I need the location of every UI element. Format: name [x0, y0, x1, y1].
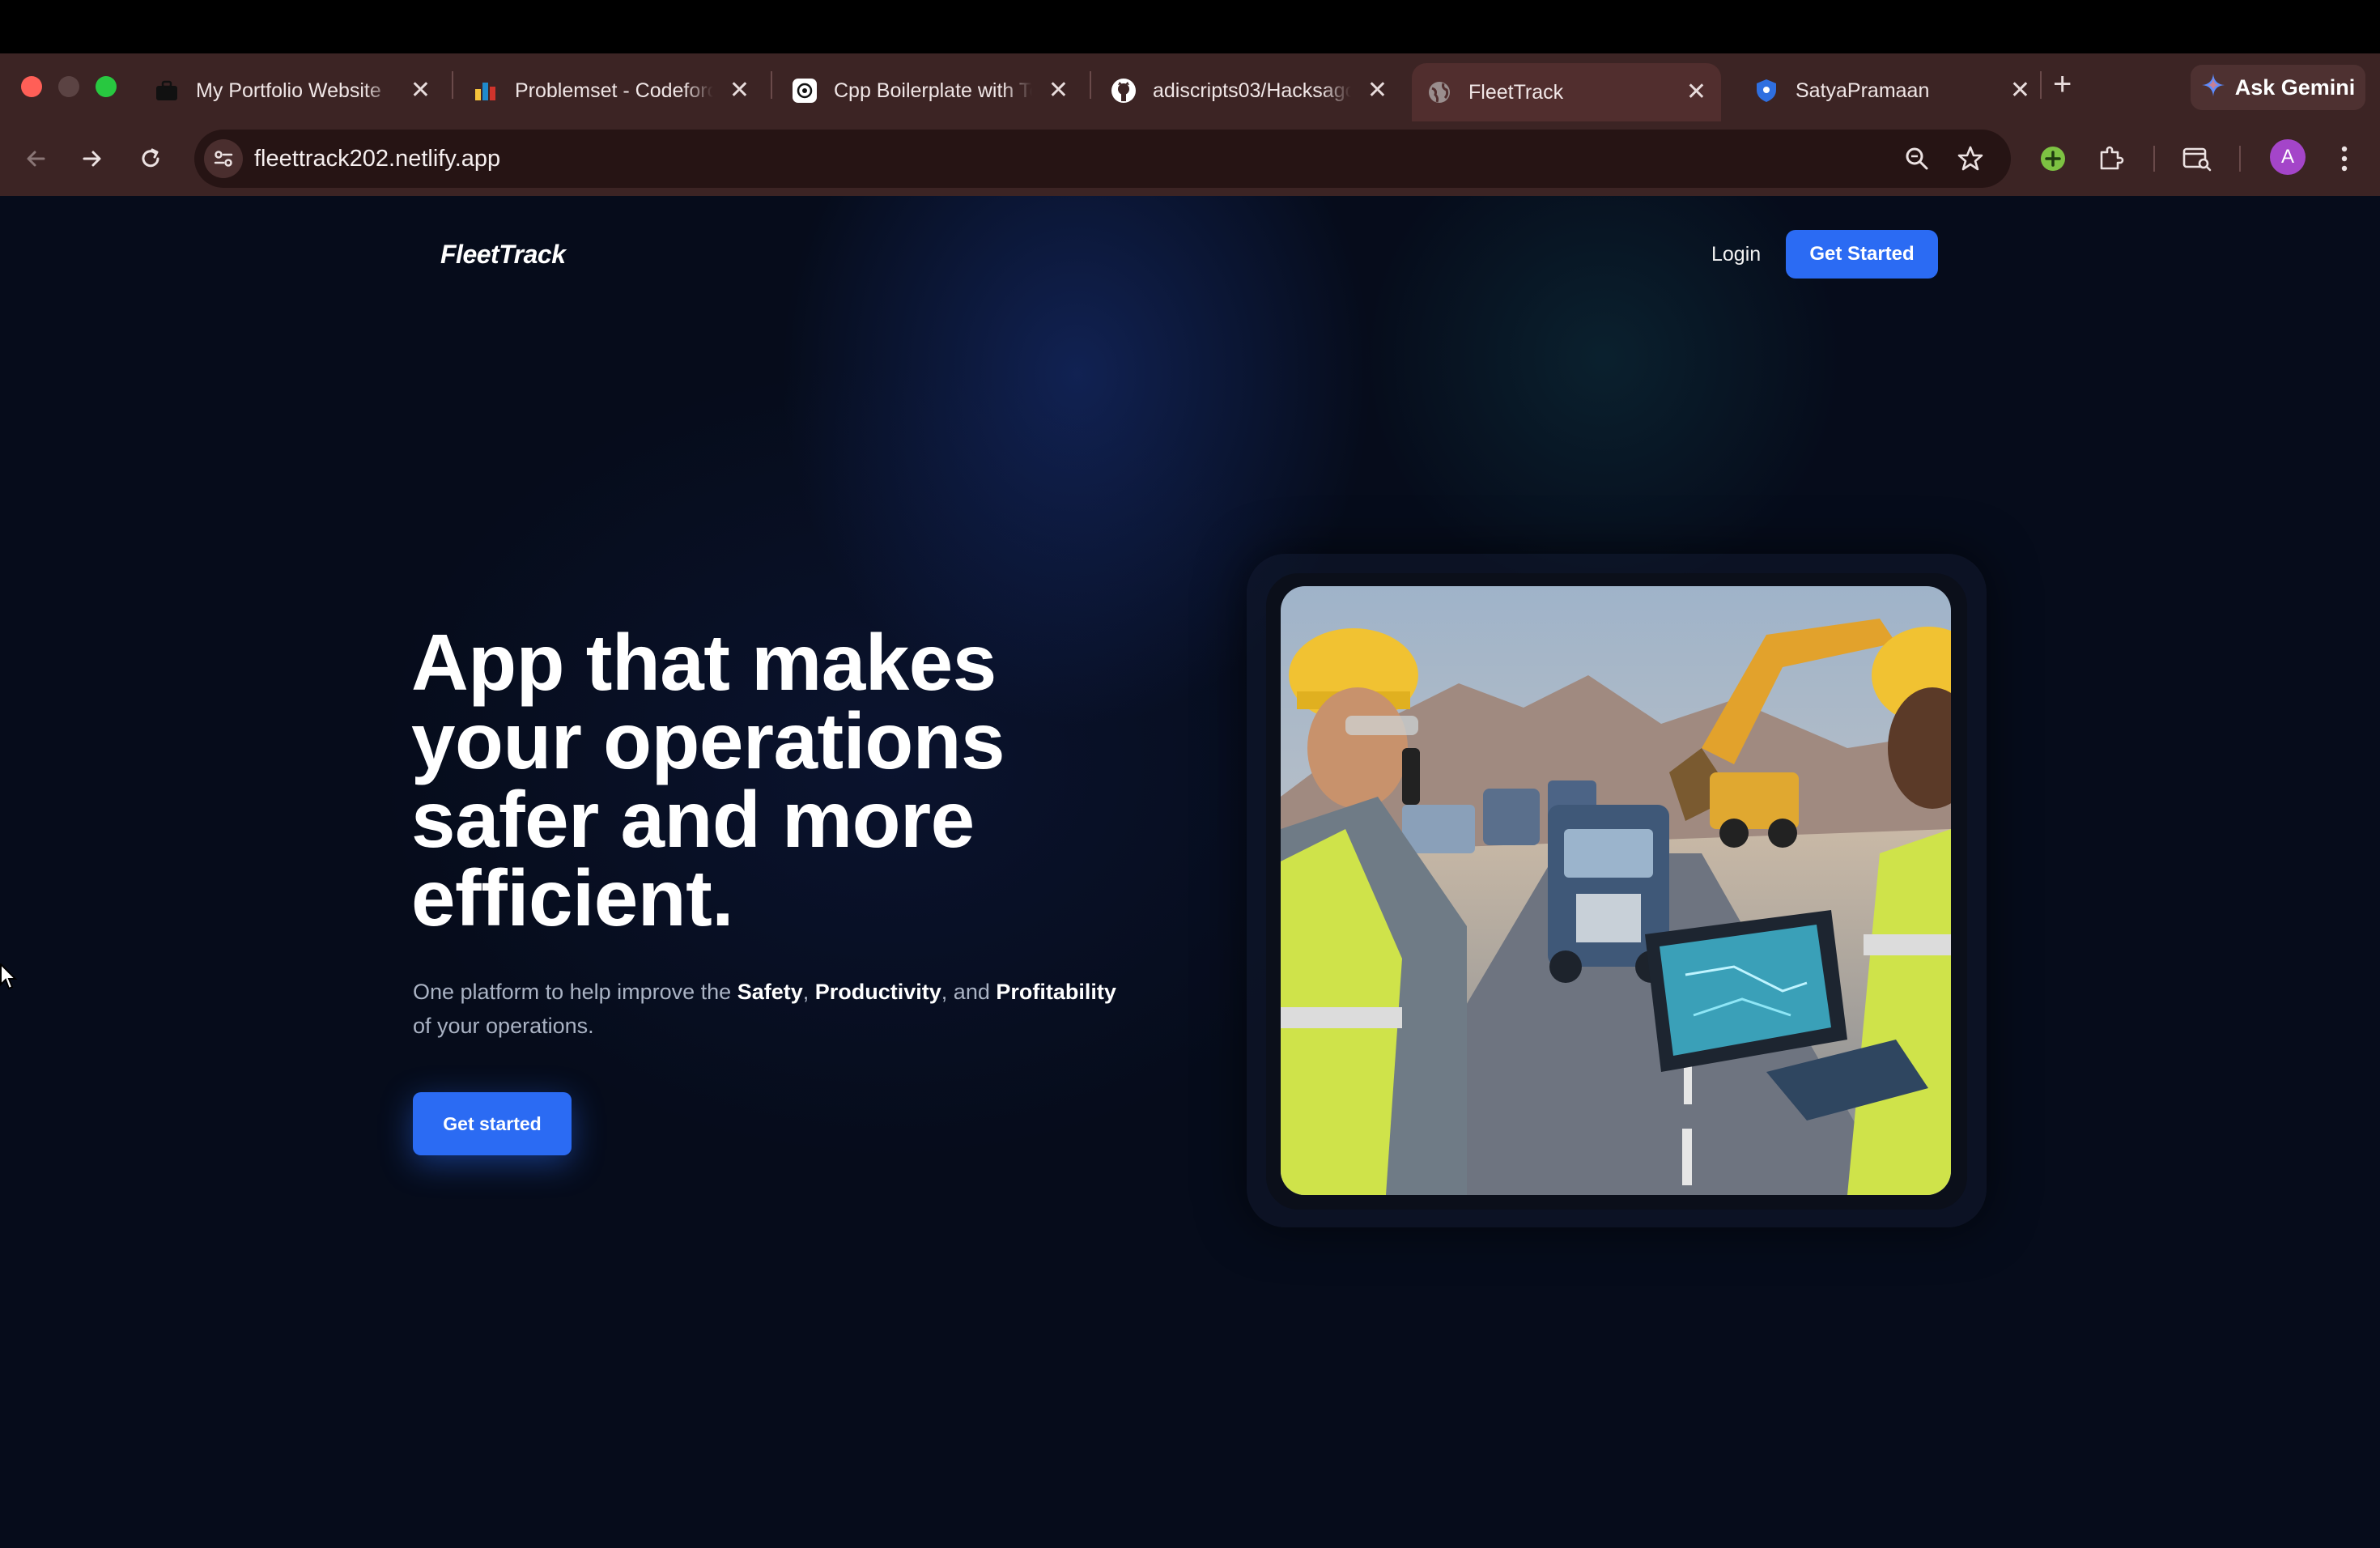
headline-line: App that makes [411, 618, 997, 707]
site-logo[interactable]: FleetTrack [440, 240, 566, 270]
zoom-icon[interactable] [1902, 144, 1932, 173]
browser-chrome: My Portfolio Website ✕ Problemset - Code… [0, 53, 2380, 196]
minimize-window-button[interactable] [58, 76, 79, 97]
get-started-hero-button[interactable]: Get started [413, 1092, 572, 1155]
fleettrack-page: FleetTrack Login Get Started App that ma… [0, 196, 2380, 1548]
codeforces-icon [473, 78, 499, 104]
profile-avatar[interactable]: A [2270, 139, 2306, 175]
subtitle-safety: Safety [737, 980, 803, 1004]
subtitle-profitability: Profitability [996, 980, 1116, 1004]
toolbar-separator [2153, 146, 2155, 172]
tab-separator [1090, 71, 1091, 99]
tab-satyapramaan[interactable]: SatyaPramaan ✕ [1739, 63, 2045, 118]
url-text[interactable]: fleettrack202.netlify.app [254, 146, 500, 172]
briefcase-icon [154, 78, 180, 104]
hero-image [1281, 586, 1951, 1195]
mouse-cursor-icon [0, 962, 18, 995]
github-icon [1111, 78, 1137, 104]
site-settings-icon[interactable] [204, 139, 243, 178]
subtitle-text: of your operations. [413, 1014, 594, 1038]
address-bar[interactable]: fleettrack202.netlify.app [194, 130, 2011, 188]
back-button[interactable] [18, 141, 53, 176]
hero-headline: App that makes your operations safer and… [411, 623, 1140, 938]
headline-line: your operations [411, 696, 1005, 785]
forward-button[interactable] [74, 141, 110, 176]
login-link[interactable]: Login [1711, 243, 1761, 266]
subtitle-productivity: Productivity [814, 980, 941, 1004]
tab-title: FleetTrack [1468, 80, 1564, 104]
extension-plus-icon[interactable] [2035, 141, 2071, 176]
tab-strip: My Portfolio Website ✕ Problemset - Code… [0, 53, 2380, 121]
shield-icon [1753, 78, 1779, 104]
bookmark-star-icon[interactable] [1956, 144, 1985, 173]
new-tab-button[interactable]: + [2053, 68, 2072, 100]
tab-github-hacksagon[interactable]: adiscripts03/Hacksagon ✕ [1096, 63, 1402, 118]
maximize-window-button[interactable] [96, 76, 117, 97]
get-started-nav-button[interactable]: Get Started [1786, 230, 1938, 279]
subtitle-text: One platform to help improve the [413, 980, 737, 1004]
tab-separator [452, 71, 453, 99]
tab-title: Cpp Boilerplate with Template [834, 79, 1032, 102]
tab-title: Problemset - Codeforces [515, 79, 713, 102]
extensions-puzzle-icon[interactable] [2093, 141, 2129, 176]
headline-line: safer and more [411, 775, 975, 864]
tab-codeforces[interactable]: Problemset - Codeforces ✕ [458, 63, 764, 118]
globe-icon [1426, 79, 1452, 105]
tab-separator [771, 71, 772, 99]
tab-close-button[interactable]: ✕ [1367, 79, 1388, 103]
tab-search-icon[interactable] [2179, 141, 2215, 176]
tab-close-button[interactable]: ✕ [1048, 79, 1069, 103]
tab-title: My Portfolio Website [196, 79, 381, 102]
ask-gemini-label: Ask Gemini [2234, 74, 2356, 100]
window-top-bar [0, 0, 2380, 53]
tab-fleettrack[interactable]: FleetTrack ✕ [1412, 63, 1721, 121]
close-window-button[interactable] [21, 76, 42, 97]
tab-cpp-boilerplate[interactable]: Cpp Boilerplate with Template ✕ [777, 63, 1083, 118]
tab-title: adiscripts03/Hacksagon [1153, 79, 1351, 102]
subtitle-text: , and [941, 980, 997, 1004]
more-menu-icon[interactable] [2327, 141, 2362, 176]
toolbar-separator [2239, 146, 2241, 172]
tab-close-button[interactable]: ✕ [2010, 79, 2030, 103]
tab-close-button[interactable]: ✕ [729, 79, 750, 103]
reload-button[interactable] [133, 141, 168, 176]
ask-gemini-button[interactable]: Ask Gemini [2191, 65, 2365, 110]
browser-toolbar: fleettrack202.netlify.app A [0, 121, 2380, 196]
headline-line: efficient. [411, 853, 733, 942]
subtitle-text: , [802, 980, 815, 1004]
tab-my-portfolio-website[interactable]: My Portfolio Website ✕ [139, 63, 445, 118]
hero-subtitle: One platform to help improve the Safety,… [413, 975, 1141, 1043]
gemini-sparkle-icon [2201, 73, 2225, 103]
tab-separator [2040, 71, 2042, 99]
chatgpt-icon [792, 78, 818, 104]
tab-close-button[interactable]: ✕ [410, 79, 431, 103]
tab-title: SatyaPramaan [1796, 79, 1930, 102]
tab-close-button[interactable]: ✕ [1686, 80, 1706, 104]
